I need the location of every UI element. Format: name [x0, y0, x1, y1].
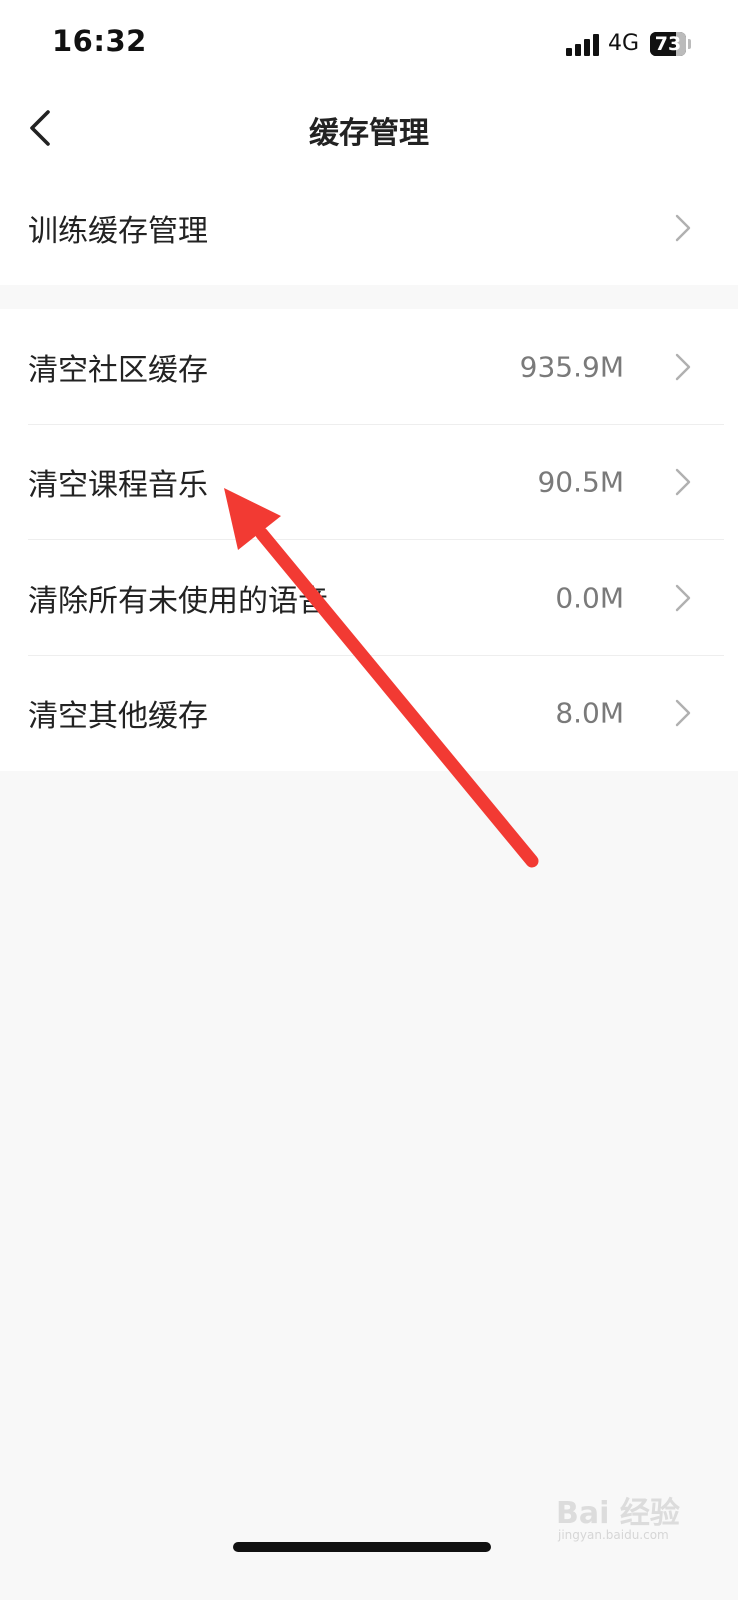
chevron-right-icon	[675, 353, 691, 380]
watermark-brand: Bai 经验	[556, 1496, 680, 1531]
row-label: 清空社区缓存	[28, 352, 208, 388]
row-label: 清空其他缓存	[28, 699, 208, 735]
row-value: 0.0M	[555, 581, 624, 615]
row-value: 8.0M	[555, 696, 624, 730]
nav-bar: 缓存管理	[0, 90, 738, 170]
chevron-right-icon	[675, 214, 691, 241]
network-type: 4G	[608, 31, 640, 56]
status-time: 16:32	[52, 24, 147, 58]
row-label: 训练缓存管理	[28, 213, 208, 249]
row-clear-community-cache[interactable]: 清空社区缓存 935.9M	[0, 309, 738, 425]
chevron-right-icon	[675, 584, 691, 611]
watermark-logo: Bai 经验 jingyan.baidu.com	[556, 1488, 706, 1548]
row-clear-other-cache[interactable]: 清空其他缓存 8.0M	[0, 656, 738, 772]
row-label: 清除所有未使用的语音	[28, 583, 328, 619]
status-bar: 16:32 4G 73	[0, 0, 738, 90]
settings-group-clear-cache: 清空社区缓存 935.9M 清空课程音乐 90.5M 清除所有未使用的语音 0.…	[0, 309, 738, 771]
battery-cap	[688, 39, 691, 49]
battery-icon: 73	[650, 32, 686, 56]
signal-icon	[566, 34, 602, 56]
settings-group-training: 训练缓存管理	[0, 170, 738, 285]
chevron-right-icon	[675, 700, 691, 727]
row-clear-unused-voice[interactable]: 清除所有未使用的语音 0.0M	[0, 540, 738, 656]
page-title: 缓存管理	[309, 116, 429, 151]
watermark-url: jingyan.baidu.com	[558, 1528, 669, 1542]
row-clear-course-music[interactable]: 清空课程音乐 90.5M	[0, 425, 738, 540]
row-training-cache[interactable]: 训练缓存管理	[0, 170, 738, 285]
chevron-right-icon	[675, 469, 691, 496]
row-label: 清空课程音乐	[28, 468, 208, 504]
row-value: 935.9M	[519, 350, 624, 384]
battery-level: 73	[654, 33, 682, 55]
home-indicator[interactable]	[233, 1542, 491, 1552]
row-value: 90.5M	[537, 465, 624, 499]
